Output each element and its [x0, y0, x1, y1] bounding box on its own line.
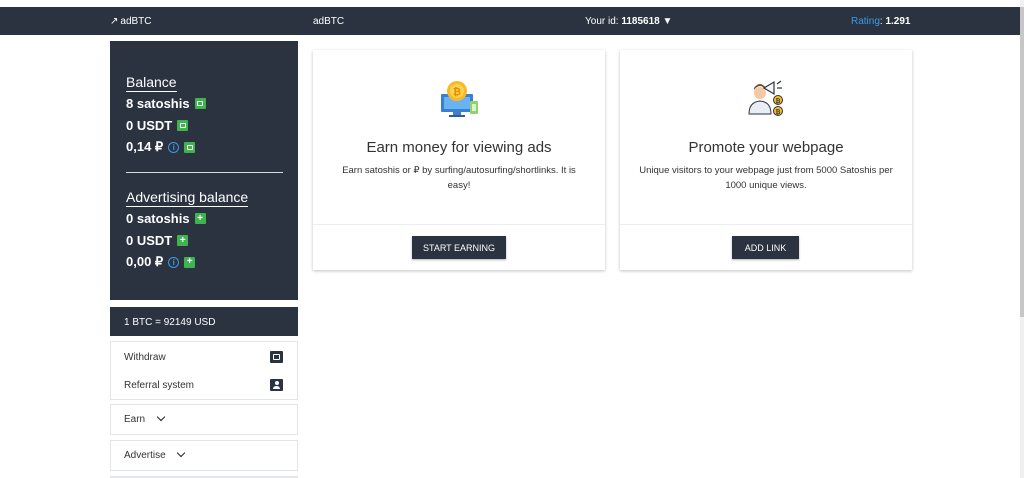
menu-item-earn[interactable]: Earn — [111, 405, 297, 433]
wallet-icon — [270, 351, 283, 363]
promote-card-separator — [620, 224, 912, 225]
top-navbar: ↗ adBTC adBTC Your id: 1185618 ▼ Rating:… — [0, 7, 1020, 35]
svg-text:₿: ₿ — [453, 86, 461, 98]
wallet-icon[interactable] — [184, 141, 196, 153]
scrollbar-thumb[interactable] — [1020, 7, 1024, 317]
earn-card-description: Earn satoshis or ₽ by surfing/autosurfin… — [342, 165, 576, 191]
advertising-balance-title: Advertising balance — [126, 189, 249, 207]
brand-link[interactable]: ↗ adBTC — [110, 16, 152, 27]
brand-link-label: adBTC — [120, 16, 152, 27]
rating-value: 1.291 — [885, 16, 911, 27]
promote-megaphone-illustration-icon: ₿ ₿ — [748, 80, 783, 116]
chevron-down-icon — [177, 448, 186, 458]
menu-item-referral[interactable]: Referral system — [111, 371, 297, 399]
user-id-value: 1185618 — [621, 16, 660, 27]
balance-title: Balance — [126, 74, 177, 92]
balance-usdt: 0 USDT — [126, 118, 189, 133]
user-id-dropdown[interactable]: Your id: 1185618 ▼ — [585, 16, 672, 27]
advertising-satoshis: 0 satoshis + — [126, 211, 206, 226]
plus-icon[interactable]: + — [184, 256, 196, 268]
add-link-button[interactable]: ADD LINK — [732, 236, 799, 259]
balance-divider — [126, 172, 283, 173]
earn-money-illustration-icon: ₿ — [441, 81, 478, 117]
plus-icon[interactable]: + — [194, 213, 206, 224]
balance-rub: 0,14 ₽ i — [126, 139, 196, 155]
promote-card-title: Promote your webpage — [688, 139, 844, 156]
btc-rate: 1 BTC = 92149 USD — [110, 307, 298, 336]
advertising-usdt: 0 USDT + — [126, 233, 189, 248]
page-scrollbar[interactable] — [1020, 0, 1024, 478]
rating[interactable]: Rating: 1.291 — [851, 16, 911, 27]
balance-panel: Balance 8 satoshis 0 USDT 0,14 ₽ i Adver… — [110, 41, 298, 300]
menu-item-withdraw[interactable]: Withdraw — [111, 343, 297, 371]
earn-card: ₿ Earn money for viewing ads Earn satosh… — [313, 50, 605, 270]
earn-dropdown[interactable]: Earn — [110, 404, 298, 435]
balance-satoshis: 8 satoshis — [126, 96, 206, 111]
brand-title[interactable]: adBTC — [313, 16, 344, 27]
menu-item-advertise[interactable]: Advertise — [111, 441, 297, 469]
svg-text:₿: ₿ — [776, 98, 781, 105]
caret-down-icon: ▼ — [662, 16, 673, 27]
svg-text:₿: ₿ — [776, 109, 781, 116]
user-card-icon — [270, 379, 283, 391]
external-link-icon: ↗ — [110, 16, 119, 27]
wallet-icon[interactable] — [194, 98, 206, 109]
chevron-down-icon — [156, 412, 166, 422]
advertising-rub: 0,00 ₽ i + — [126, 254, 196, 270]
promote-card-description: Unique visitors to your webpage just fro… — [639, 165, 893, 191]
account-menu: Withdraw Referral system — [110, 341, 298, 400]
wallet-icon[interactable] — [177, 120, 189, 131]
start-earning-button[interactable]: START EARNING — [412, 236, 506, 259]
promote-card: ₿ ₿ Promote your webpage Unique visitors… — [620, 50, 912, 270]
rating-label: Rating — [851, 16, 880, 27]
info-icon[interactable]: i — [168, 141, 180, 153]
advertise-dropdown[interactable]: Advertise — [110, 440, 298, 471]
plus-icon[interactable]: + — [177, 235, 189, 246]
user-id-label: Your id: — [585, 16, 622, 27]
earn-card-separator — [313, 224, 605, 225]
info-icon[interactable]: i — [168, 256, 180, 268]
earn-card-title: Earn money for viewing ads — [366, 139, 552, 156]
